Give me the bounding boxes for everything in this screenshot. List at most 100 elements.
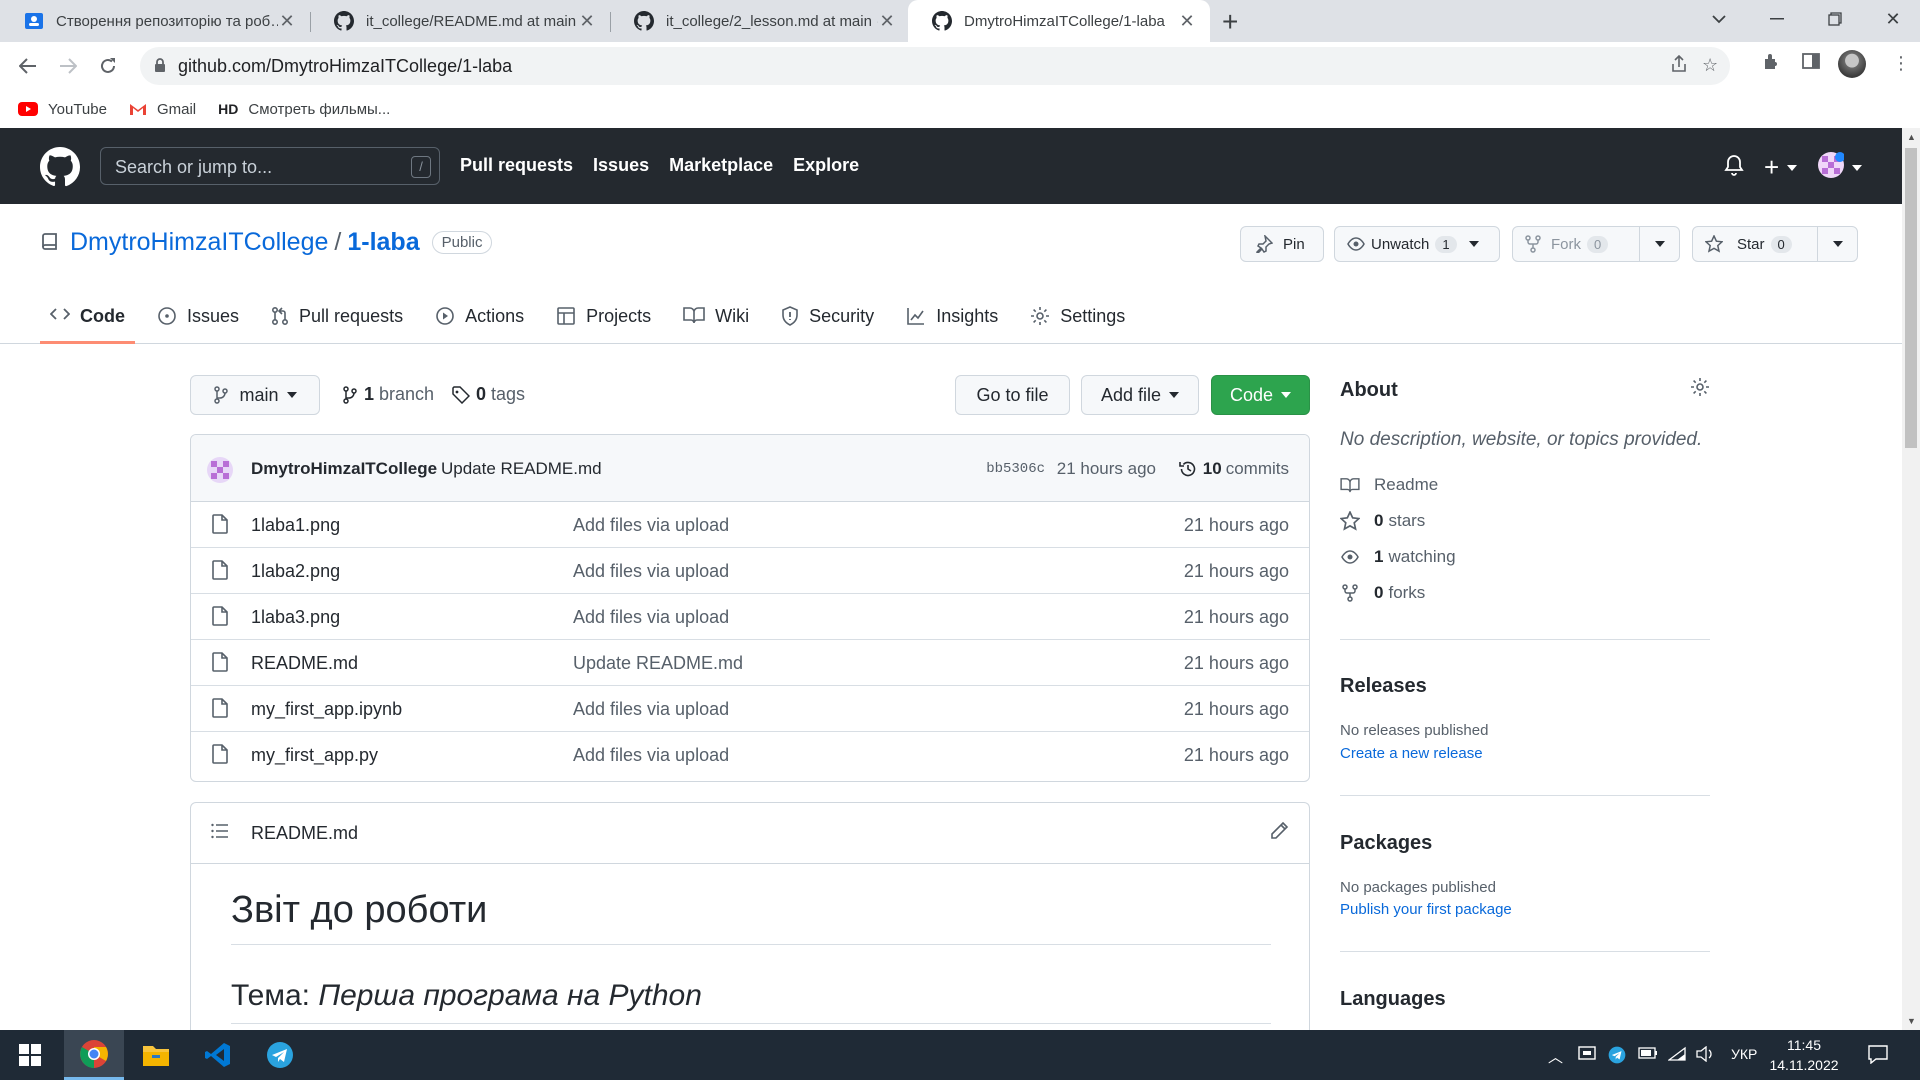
fork-button[interactable]: Fork 0 xyxy=(1512,226,1680,262)
pencil-icon[interactable] xyxy=(1269,821,1289,846)
telegram-tray-icon[interactable] xyxy=(1608,1046,1626,1068)
pin-button[interactable]: Pin xyxy=(1240,226,1324,262)
lock-icon[interactable] xyxy=(154,57,166,78)
commits-link[interactable]: 10 commits xyxy=(1178,459,1289,479)
commit-sha-link[interactable]: bb5306c xyxy=(986,461,1045,477)
network-adapter-icon[interactable] xyxy=(1578,1046,1596,1066)
chevron-up-icon[interactable]: ︿ xyxy=(1548,1046,1563,1067)
tab-code[interactable]: Code xyxy=(40,294,135,344)
github-logo-icon[interactable] xyxy=(40,147,81,192)
file-name-link[interactable]: 1laba1.png xyxy=(251,515,340,536)
close-window-icon[interactable]: ✕ xyxy=(1864,0,1920,38)
packages-heading[interactable]: Packages xyxy=(1340,832,1432,855)
wifi-icon[interactable] xyxy=(1667,1046,1686,1066)
tab-pull-requests[interactable]: Pull requests xyxy=(261,294,413,344)
bookmark-youtube[interactable]: YouTube xyxy=(18,101,107,118)
repo-name-link[interactable]: 1-laba xyxy=(347,228,419,257)
gear-icon[interactable] xyxy=(1690,377,1710,402)
bookmark-gmail[interactable]: Gmail xyxy=(129,101,196,118)
repo-owner-link[interactable]: DmytroHimzaITCollege xyxy=(70,228,328,257)
notifications-icon[interactable] xyxy=(1868,1044,1888,1068)
tab-settings[interactable]: Settings xyxy=(1020,294,1135,344)
file-commit-message[interactable]: Add files via upload xyxy=(573,699,729,720)
page-scrollbar[interactable]: ▲ ▼ xyxy=(1902,128,1920,1030)
nav-explore[interactable]: Explore xyxy=(793,155,859,176)
tab-actions[interactable]: Actions xyxy=(425,294,534,344)
battery-icon[interactable] xyxy=(1638,1046,1658,1063)
file-commit-message[interactable]: Update README.md xyxy=(573,653,743,674)
input-language-indicator[interactable]: УКР xyxy=(1731,1046,1757,1062)
add-file-button[interactable]: Add file xyxy=(1081,375,1199,415)
telegram-icon[interactable] xyxy=(250,1030,310,1080)
file-name-link[interactable]: 1laba3.png xyxy=(251,607,340,628)
file-row[interactable]: my_first_app.ipynb Add files via upload … xyxy=(191,686,1309,732)
profile-avatar[interactable] xyxy=(1838,50,1866,78)
minimize-icon[interactable] xyxy=(1748,0,1806,38)
extensions-icon[interactable] xyxy=(1762,53,1780,76)
share-icon[interactable] xyxy=(1670,54,1688,78)
author-avatar[interactable] xyxy=(207,457,233,483)
branch-selector[interactable]: main xyxy=(190,375,320,415)
file-name-link[interactable]: 1laba2.png xyxy=(251,561,340,582)
back-icon[interactable] xyxy=(12,50,44,82)
code-button[interactable]: Code xyxy=(1211,375,1310,415)
go-to-file-button[interactable]: Go to file xyxy=(955,375,1070,415)
file-row[interactable]: 1laba2.png Add files via upload 21 hours… xyxy=(191,548,1309,594)
scroll-down-icon[interactable]: ▼ xyxy=(1907,1016,1916,1026)
file-name-link[interactable]: README.md xyxy=(251,653,358,674)
close-tab-icon[interactable]: ✕ xyxy=(578,11,596,32)
forward-icon[interactable] xyxy=(52,50,84,82)
file-commit-message[interactable]: Add files via upload xyxy=(573,515,729,536)
scroll-up-icon[interactable]: ▲ xyxy=(1907,132,1916,142)
scrollbar-thumb[interactable] xyxy=(1905,148,1917,448)
tab-issues[interactable]: Issues xyxy=(147,294,249,344)
file-row[interactable]: 1laba1.png Add files via upload 21 hours… xyxy=(191,502,1309,548)
close-tab-icon[interactable]: ✕ xyxy=(278,11,296,32)
tags-link[interactable]: 0 tags xyxy=(452,384,525,405)
tab-security[interactable]: Security xyxy=(771,294,884,344)
file-name-link[interactable]: my_first_app.ipynb xyxy=(251,699,402,720)
list-unordered-icon[interactable] xyxy=(211,823,229,844)
star-button[interactable]: Star 0 xyxy=(1692,226,1858,262)
create-release-link[interactable]: Create a new release xyxy=(1340,745,1483,762)
file-commit-message[interactable]: Add files via upload xyxy=(573,607,729,628)
bookmark-star-icon[interactable]: ☆ xyxy=(1702,55,1718,76)
reload-icon[interactable] xyxy=(92,50,124,82)
chrome-taskbar-icon[interactable] xyxy=(64,1030,124,1080)
vscode-icon[interactable] xyxy=(188,1030,248,1080)
volume-icon[interactable] xyxy=(1696,1045,1714,1066)
tab-wiki[interactable]: Wiki xyxy=(673,294,759,344)
close-tab-icon[interactable]: ✕ xyxy=(878,11,896,32)
watching-link[interactable]: 1 watching xyxy=(1340,547,1456,567)
unwatch-button[interactable]: Unwatch 1 xyxy=(1334,226,1500,262)
file-row[interactable]: my_first_app.py Add files via upload 21 … xyxy=(191,732,1309,778)
address-bar[interactable]: github.com/DmytroHimzaITCollege/1-laba ☆ xyxy=(140,47,1730,85)
releases-heading[interactable]: Releases xyxy=(1340,675,1427,698)
restore-icon[interactable] xyxy=(1806,0,1864,38)
file-explorer-icon[interactable] xyxy=(126,1030,186,1080)
nav-issues[interactable]: Issues xyxy=(593,155,649,176)
nav-pull-requests[interactable]: Pull requests xyxy=(460,155,573,176)
windows-start-icon[interactable] xyxy=(0,1030,60,1080)
side-panel-icon[interactable] xyxy=(1802,53,1820,74)
notifications-bell-icon[interactable] xyxy=(1724,154,1744,181)
fork-dropdown[interactable] xyxy=(1639,227,1679,261)
menu-icon[interactable]: ⋮ xyxy=(1892,53,1910,74)
commit-message-link[interactable]: Update README.md xyxy=(441,459,602,479)
browser-tab[interactable]: Створення репозиторію та роб… ✕ xyxy=(0,0,310,42)
tab-search-icon[interactable] xyxy=(1690,0,1748,38)
nav-marketplace[interactable]: Marketplace xyxy=(669,155,773,176)
browser-tab[interactable]: it_college/2_lesson.md at main · … ✕ xyxy=(610,0,910,42)
file-commit-message[interactable]: Add files via upload xyxy=(573,561,729,582)
file-commit-message[interactable]: Add files via upload xyxy=(573,745,729,766)
file-row[interactable]: 1laba3.png Add files via upload 21 hours… xyxy=(191,594,1309,640)
file-row[interactable]: README.md Update README.md 21 hours ago xyxy=(191,640,1309,686)
publish-package-link[interactable]: Publish your first package xyxy=(1340,901,1512,918)
taskbar-clock[interactable]: 11:45 14.11.2022 xyxy=(1764,1035,1844,1075)
branches-link[interactable]: 1 branch xyxy=(342,384,434,405)
new-tab-icon[interactable]: + xyxy=(1222,6,1238,38)
browser-tab-active[interactable]: DmytroHimzaITCollege/1-laba ✕ xyxy=(908,0,1210,42)
readme-filename-link[interactable]: README.md xyxy=(251,823,358,844)
commit-author-link[interactable]: DmytroHimzaITCollege xyxy=(251,459,437,479)
user-menu-dropdown[interactable] xyxy=(1818,152,1862,183)
